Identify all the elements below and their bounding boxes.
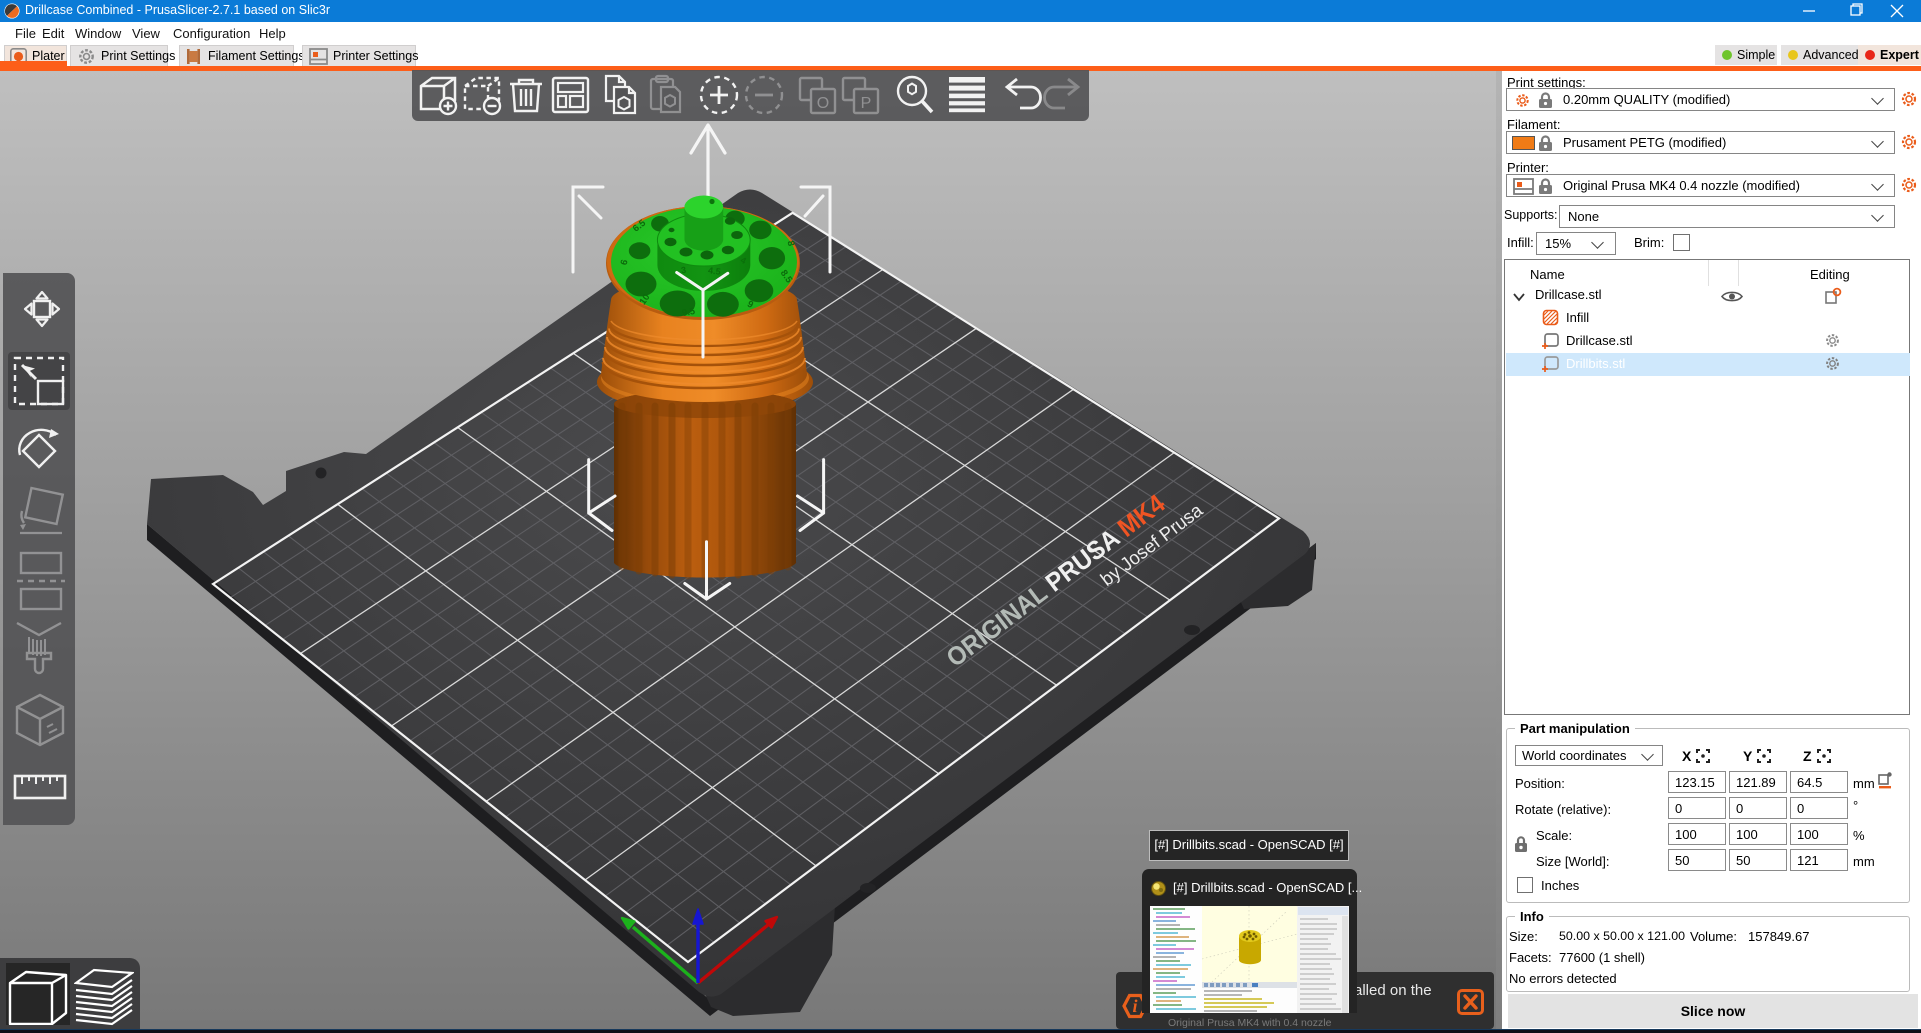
svg-text:P: P [861,95,872,112]
svg-text:O: O [817,95,829,112]
svg-text:i: i [1132,996,1137,1016]
svg-text:4.5: 4.5 [708,265,722,277]
